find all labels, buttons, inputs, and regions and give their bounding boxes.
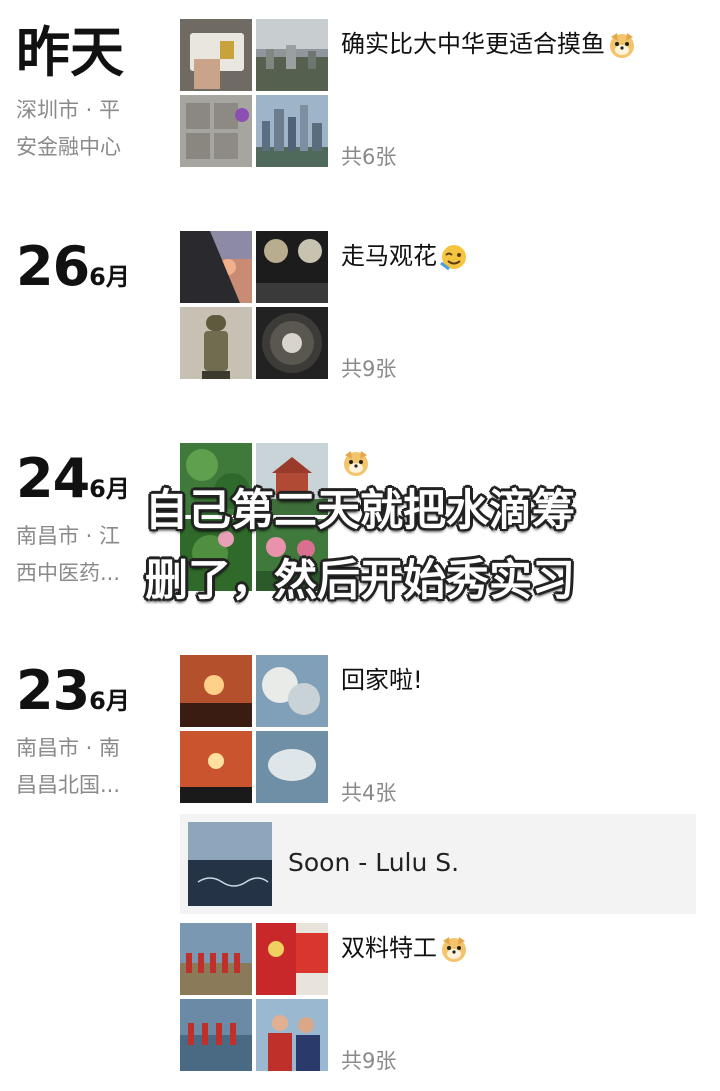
wink-emoji-icon bbox=[439, 243, 469, 271]
album-art bbox=[188, 822, 272, 906]
photo-count: 共6张 bbox=[341, 145, 397, 169]
caption-text: 回家啦! bbox=[341, 666, 423, 694]
location-line-2: 昌昌北国... bbox=[16, 773, 121, 797]
location-line-1: 深圳市 · 平 bbox=[16, 98, 121, 122]
location-text[interactable]: 深圳市 · 平 安金融中心 bbox=[16, 92, 121, 166]
caption-text: 确实比大中华更适合摸鱼 bbox=[341, 30, 605, 58]
photo-grid[interactable] bbox=[180, 19, 328, 167]
photo-thumbnail[interactable] bbox=[180, 923, 252, 995]
post-caption[interactable]: 双料特工 bbox=[341, 928, 469, 963]
photo-thumbnail[interactable] bbox=[180, 307, 252, 379]
photo-thumbnail[interactable] bbox=[256, 999, 328, 1071]
photo-thumbnail[interactable] bbox=[180, 999, 252, 1071]
doge-emoji-icon bbox=[607, 31, 637, 59]
post-caption[interactable] bbox=[341, 448, 371, 477]
photo-count: 共9张 bbox=[341, 1049, 397, 1073]
music-share-card[interactable]: Soon - Lulu S. bbox=[180, 814, 696, 914]
post-caption[interactable]: 走马观花 bbox=[341, 236, 469, 271]
overlay-line-1: 自己第二天就把水滴筹 bbox=[145, 486, 575, 536]
photo-grid[interactable] bbox=[180, 923, 328, 1071]
caption-text: 走马观花 bbox=[341, 242, 437, 270]
date-day: 26 bbox=[16, 235, 90, 298]
photo-grid[interactable] bbox=[180, 655, 328, 803]
photo-thumbnail[interactable] bbox=[256, 95, 328, 167]
date-label: 236月 bbox=[16, 664, 130, 718]
date-label: 266月 bbox=[16, 240, 130, 294]
photo-thumbnail[interactable] bbox=[180, 731, 252, 803]
overlay-line-2: 删了，然后开始秀实习 bbox=[145, 555, 575, 606]
caption-text: 双料特工 bbox=[341, 934, 437, 962]
photo-count: 共4张 bbox=[341, 781, 397, 805]
photo-thumbnail[interactable] bbox=[180, 231, 252, 303]
photo-thumbnail[interactable] bbox=[256, 655, 328, 727]
location-line-2: 安金融中心 bbox=[16, 135, 121, 159]
location-text[interactable]: 南昌市 · 南 昌昌北国... bbox=[16, 730, 120, 804]
date-month: 6月 bbox=[89, 263, 130, 291]
photo-thumbnail[interactable] bbox=[180, 95, 252, 167]
post-caption[interactable]: 回家啦! bbox=[341, 660, 423, 695]
date-day: 23 bbox=[16, 659, 90, 722]
doge-emoji-icon bbox=[341, 449, 371, 477]
photo-thumbnail[interactable] bbox=[256, 731, 328, 803]
photo-thumbnail[interactable] bbox=[256, 19, 328, 91]
photo-thumbnail[interactable] bbox=[256, 923, 328, 995]
post-caption[interactable]: 确实比大中华更适合摸鱼 bbox=[341, 24, 637, 59]
date-label: 昨天 bbox=[16, 21, 124, 84]
photo-thumbnail[interactable] bbox=[180, 655, 252, 727]
photo-thumbnail[interactable] bbox=[180, 19, 252, 91]
date-month: 6月 bbox=[89, 687, 130, 715]
photo-thumbnail[interactable] bbox=[256, 307, 328, 379]
photo-thumbnail[interactable] bbox=[256, 231, 328, 303]
location-line-1: 南昌市 · 南 bbox=[16, 736, 121, 760]
photo-grid[interactable] bbox=[180, 231, 328, 379]
doge-emoji-icon bbox=[439, 935, 469, 963]
overlay-subtitle: 自己第二天就把水滴筹 删了，然后开始秀实习 bbox=[0, 486, 720, 607]
music-title: Soon - Lulu S. bbox=[288, 848, 460, 877]
photo-count: 共9张 bbox=[341, 357, 397, 381]
